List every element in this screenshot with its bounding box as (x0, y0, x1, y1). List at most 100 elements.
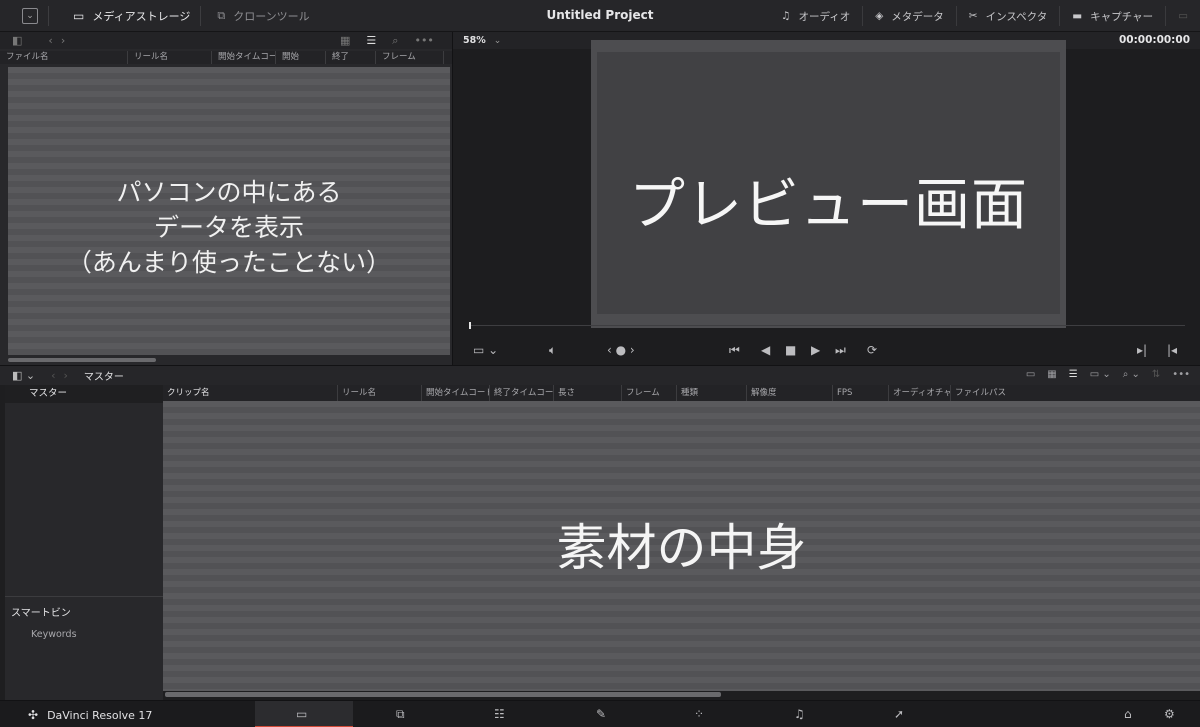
media-storage-tab[interactable]: ▭ メディアストレージ (73, 8, 190, 24)
media-pool-toolbar: ◧ ⌄ ‹ › マスター ▭ ▦ ☰ ▭ ⌄ ⌕ ⌄ ⇅ ••• (0, 365, 1200, 385)
col-header[interactable]: FPS (833, 385, 889, 401)
more-options-icon[interactable]: ••• (1172, 369, 1190, 380)
metadata-label: メタデータ (891, 10, 944, 23)
horizontal-scrollbar[interactable] (8, 358, 156, 362)
divider (48, 5, 49, 26)
col-header[interactable]: フレーム (622, 385, 677, 401)
capture-tab[interactable]: ▬ キャプチャー (1059, 6, 1165, 26)
horizontal-scrollbar[interactable] (165, 692, 721, 697)
smart-bin-keywords[interactable]: Keywords (31, 629, 77, 640)
page-navigation-bar: ✣ DaVinci Resolve 17 ▭ ⧉ ☷ ✎ ⁘ ♫ ➚ ⌂ ⚙ (0, 700, 1200, 727)
music-note-icon: ♫ (781, 10, 791, 22)
col-header-clip-name[interactable]: クリップ名 (163, 385, 338, 401)
sidebar-toggle-icon[interactable]: ◧ (12, 34, 22, 47)
preview-annotation: プレビュー画面 (629, 173, 1028, 238)
fairlight-page-icon[interactable]: ♫ (794, 707, 805, 721)
grid-view-icon[interactable]: ▦ (1047, 369, 1056, 380)
volume-icon[interactable]: 🔈︎ (549, 343, 556, 358)
loop-icon[interactable]: ⟳ (867, 343, 877, 357)
col-header[interactable]: 種類 (677, 385, 747, 401)
chevron-down-icon[interactable]: ⌄ (494, 36, 502, 46)
col-header[interactable]: 終了 (326, 51, 376, 64)
search-icon[interactable]: ⌕ (392, 34, 398, 48)
breadcrumb: マスター (83, 372, 124, 383)
clip-list[interactable]: 素材の中身 (163, 401, 1200, 691)
deliver-page-icon[interactable]: ➚ (894, 707, 904, 721)
stop-icon[interactable]: ■ (785, 343, 796, 357)
mark-in-icon[interactable]: ▸| (1137, 343, 1147, 357)
forward-icon[interactable]: › (64, 369, 68, 382)
clone-tool-label: クローンツール (233, 9, 310, 23)
clip-column-headers: クリップ名 リール名 開始タイムコード 終了タイムコード 長さ フレーム 種類 … (163, 385, 1200, 401)
edit-page-icon[interactable]: ☷ (494, 707, 505, 721)
clone-tool-tab[interactable]: ⧉ クローンツール (217, 8, 309, 24)
zoom-level[interactable]: 58% (463, 35, 486, 46)
audio-tab[interactable]: ♫ オーディオ (769, 6, 862, 26)
clip-view-icon[interactable]: ▭ ⌄ (1090, 369, 1111, 380)
bin-list-toggle-icon[interactable]: ◧ ⌄ (12, 369, 35, 382)
list-view-icon[interactable]: ☰ (366, 34, 376, 47)
skip-forward-icon[interactable]: ⏭︎ (835, 343, 846, 358)
bin-item-master[interactable]: マスター (5, 385, 163, 403)
col-header[interactable]: 終了タイムコード (490, 385, 554, 401)
monitor-icon: ▭ (1178, 10, 1188, 22)
viewer-panel: 58% ⌄ 00:00:00:00 プレビュー画面 ▭ ⌄ 🔈︎ ‹ ● › ⏮… (452, 32, 1200, 365)
fusion-page-icon[interactable]: ✎ (596, 707, 606, 721)
col-header[interactable]: オーディオチャ (889, 385, 951, 401)
forward-icon[interactable]: › (61, 34, 65, 47)
inspector-label: インスペクタ (985, 10, 1048, 23)
metadata-tab[interactable]: ◈ メタデータ (862, 6, 956, 26)
preview-frame: プレビュー画面 (591, 40, 1066, 328)
more-options-icon[interactable]: ••• (414, 34, 433, 47)
annotation-line: パソコンの中にある (116, 178, 342, 207)
jog-control-icon[interactable]: ‹ ● › (607, 343, 635, 357)
col-header[interactable]: フレーム (376, 51, 444, 64)
panel-toggle-icon[interactable]: ⌄ (22, 7, 38, 24)
playhead[interactable] (469, 322, 471, 329)
tag-icon: ◈ (875, 10, 884, 22)
list-view-icon[interactable]: ☰ (1069, 369, 1078, 380)
preview-screen[interactable]: プレビュー画面 (597, 52, 1060, 314)
play-reverse-icon[interactable]: ◀ (761, 343, 770, 357)
col-header[interactable]: 開始タイムコード (422, 385, 490, 401)
grid-view-icon[interactable]: ▦ (340, 34, 350, 47)
monitor-toggle[interactable]: ▭ (1165, 6, 1200, 26)
col-header[interactable]: ファイルパス (951, 385, 1071, 401)
col-header[interactable]: 開始タイムコー (212, 51, 276, 64)
col-header[interactable]: ファイル名 (0, 51, 128, 64)
cut-page-icon[interactable]: ⧉ (396, 707, 405, 722)
smart-bins-heading: スマートビン (11, 608, 71, 619)
frame-view-icon[interactable]: ▭ ⌄ (473, 343, 498, 357)
mark-out-icon[interactable]: |◂ (1167, 343, 1177, 357)
thumbnail-view-icon[interactable]: ▭ (1026, 369, 1035, 380)
col-header[interactable]: リール名 (128, 51, 212, 64)
sort-icon[interactable]: ⇅ (1152, 369, 1160, 380)
scrubber-track[interactable] (469, 325, 1185, 326)
media-page-icon: ▭ (296, 707, 308, 721)
skip-back-icon[interactable]: ⏮︎ (729, 343, 740, 358)
settings-gear-icon[interactable]: ⚙ (1164, 707, 1175, 721)
storage-annotation: パソコンの中にある データを表示 （あんまり使ったことない） (8, 175, 450, 280)
app-branding: ✣ DaVinci Resolve 17 (28, 708, 152, 722)
col-header[interactable]: 開始 (276, 51, 326, 64)
clone-tool-icon: ⧉ (217, 8, 226, 22)
media-storage-icon: ▭ (73, 8, 85, 23)
col-header[interactable]: リール名 (338, 385, 422, 401)
timecode-display: 00:00:00:00 (1118, 34, 1190, 46)
divider (200, 5, 202, 26)
top-toolbar: ⌄ ▭ メディアストレージ ⧉ クローンツール Untitled Project… (0, 0, 1200, 32)
col-header[interactable]: 長さ (554, 385, 622, 401)
inspector-tab[interactable]: ✂ インスペクタ (955, 6, 1059, 26)
storage-column-headers: ファイル名 リール名 開始タイムコー 開始 終了 フレーム (0, 51, 452, 64)
search-icon[interactable]: ⌕ ⌄ (1123, 369, 1140, 380)
home-icon[interactable]: ⌂ (1124, 707, 1132, 721)
clip-annotation: 素材の中身 (556, 519, 807, 577)
back-icon[interactable]: ‹ (51, 369, 55, 382)
col-header[interactable]: 解像度 (747, 385, 833, 401)
back-icon[interactable]: ‹ (48, 34, 52, 47)
storage-file-list[interactable]: パソコンの中にある データを表示 （あんまり使ったことない） (8, 67, 450, 355)
annotation-line: データを表示 (153, 213, 304, 242)
davinci-logo-icon: ✣ (28, 708, 39, 722)
color-page-icon[interactable]: ⁘ (694, 707, 704, 721)
play-icon[interactable]: ▶ (811, 343, 820, 357)
